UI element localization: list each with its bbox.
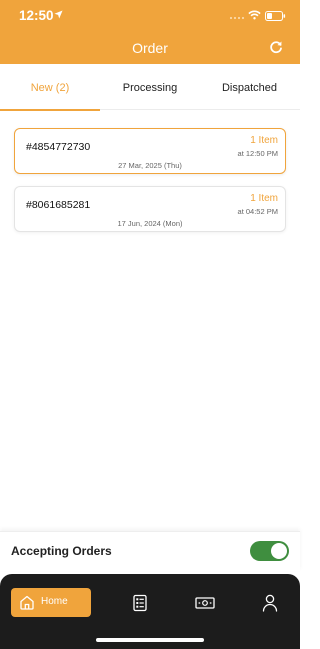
order-item-count: 1 Item [250,135,278,146]
order-card[interactable]: #4854772730 1 Item at 12:50 PM 27 Mar, 2… [14,128,286,174]
wifi-icon [248,10,261,20]
order-date: 27 Mar, 2025 (Thu) [118,161,182,170]
profile-icon[interactable] [262,594,278,612]
order-time: at 12:50 PM [237,149,278,158]
order-id: #4854772730 [26,141,91,153]
order-id: #8061685281 [26,199,91,211]
tab-processing[interactable]: Processing [100,64,200,110]
orders-list-icon[interactable] [131,594,149,612]
location-arrow-icon [54,10,63,19]
cellular-signal-icon [229,16,245,20]
page-title: Order [132,40,168,56]
bottom-navigation: Home [0,574,300,649]
status-bar: 12:50 [0,0,300,32]
tab-dispatched[interactable]: Dispatched [199,64,300,110]
toggle-knob [271,543,287,559]
order-date: 17 Jun, 2024 (Mon) [117,219,183,228]
order-card[interactable]: #8061685281 1 Item at 04:52 PM 17 Jun, 2… [14,186,286,232]
home-icon [20,595,34,610]
nav-home-button[interactable]: Home [11,588,91,617]
home-indicator [96,638,204,642]
accepting-orders-toggle[interactable] [250,541,289,561]
accepting-orders-label: Accepting Orders [11,544,112,558]
refresh-icon[interactable] [269,40,283,54]
nav-home-label: Home [41,596,68,607]
status-time: 12:50 [19,8,54,23]
cash-icon[interactable] [195,596,215,610]
tab-new[interactable]: New (2) [0,64,100,111]
order-item-count: 1 Item [250,193,278,204]
battery-icon [265,11,286,21]
app-header: 12:50 Order [0,0,300,64]
order-time: at 04:52 PM [237,207,278,216]
order-tabs: New (2) Processing Dispatched [0,64,300,111]
accepting-orders-bar: Accepting Orders [0,531,300,571]
